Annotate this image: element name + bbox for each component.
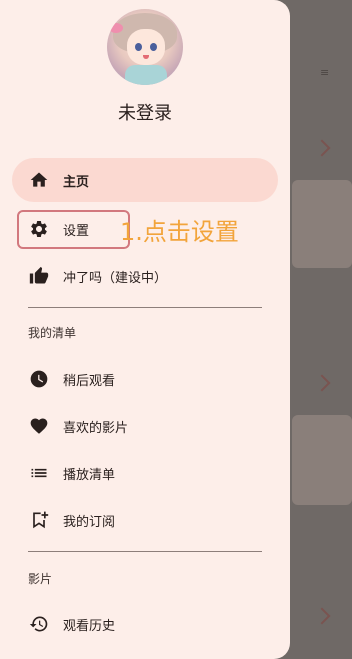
nav-item-label: 观看历史 — [63, 618, 116, 634]
bookmark-add-icon — [29, 510, 49, 530]
nav-item-watch-later[interactable]: 稍后观看 — [12, 357, 278, 401]
avatar[interactable] — [107, 9, 183, 85]
background-text: ≡ — [320, 66, 330, 79]
nav-item-subscriptions[interactable]: 我的订阅 — [12, 498, 278, 542]
settings-highlight-box — [17, 210, 130, 249]
list-icon — [29, 463, 49, 483]
nav-item-label: 我的订阅 — [63, 514, 116, 530]
tutorial-annotation: 1.点击设置 — [120, 218, 239, 246]
history-icon — [29, 614, 49, 634]
heart-icon — [29, 416, 49, 436]
background-thumbnail — [292, 415, 352, 505]
nav-item-label: 稍后观看 — [63, 373, 116, 389]
nav-item-label: 喜欢的影片 — [63, 420, 129, 436]
divider — [28, 307, 262, 308]
clock-icon — [29, 369, 49, 389]
section-title-my-list: 我的清单 — [28, 326, 77, 340]
nav-item-playlist[interactable]: 播放清单 — [12, 451, 278, 495]
nav-item-home[interactable]: 主页 — [12, 158, 278, 202]
username[interactable]: 未登录 — [0, 99, 290, 125]
nav-item-label: 主页 — [63, 174, 90, 190]
nav-item-favorites[interactable]: 喜欢的影片 — [12, 404, 278, 448]
navigation-drawer: 未登录 主页 设置 冲了吗（建设中） 我的清单 稍后观看 喜欢的影片 播放清单 … — [0, 0, 290, 659]
section-title-films: 影片 — [28, 572, 53, 586]
nav-item-history[interactable]: 观看历史 — [12, 602, 278, 646]
nav-item-label: 播放清单 — [63, 467, 116, 483]
background-chevron-icon — [313, 374, 331, 392]
background-chevron-icon — [313, 139, 331, 157]
background-thumbnail — [292, 180, 352, 268]
divider — [28, 551, 262, 552]
nav-item-label: 冲了吗（建设中） — [63, 270, 168, 286]
thumbs-up-icon — [29, 266, 49, 286]
background-chevron-icon — [313, 607, 331, 625]
nav-item-chongle[interactable]: 冲了吗（建设中） — [12, 254, 278, 298]
home-icon — [29, 170, 49, 190]
